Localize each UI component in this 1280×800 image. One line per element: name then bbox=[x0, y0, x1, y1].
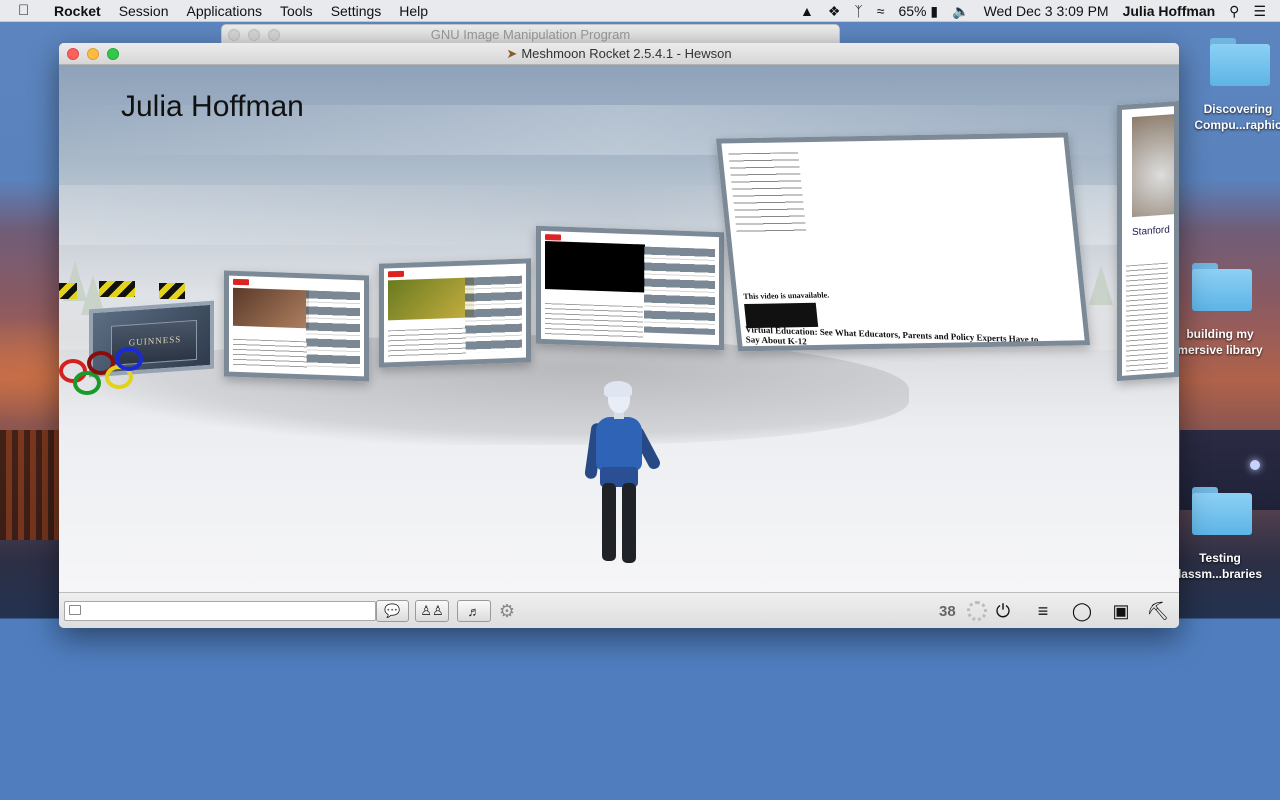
menu-session[interactable]: Session bbox=[119, 3, 169, 19]
dropbox-icon[interactable]: ❖ bbox=[828, 3, 841, 20]
olympic-ring bbox=[115, 347, 143, 371]
menu-help[interactable]: Help bbox=[399, 3, 428, 19]
avatar-hair bbox=[604, 381, 632, 397]
menu-applications[interactable]: Applications bbox=[187, 3, 263, 19]
recommended-list bbox=[306, 290, 360, 370]
web-screen-4[interactable]: This video is unavailable. Virtual Educa… bbox=[715, 132, 1091, 352]
folder-icon-discovering[interactable] bbox=[1210, 38, 1270, 88]
page-text bbox=[1126, 262, 1168, 372]
settings-gear-icon[interactable]: ⚙ bbox=[497, 600, 517, 622]
video-thumbnail bbox=[388, 277, 474, 321]
users-icon: ♙♙ bbox=[420, 603, 444, 618]
desktop-label-line1: Discovering bbox=[1203, 102, 1273, 116]
pier-light bbox=[1250, 460, 1260, 470]
speech-bubbles-icon: 💬 bbox=[384, 603, 401, 618]
gimp-window[interactable]: GNU Image Manipulation Program bbox=[221, 24, 840, 44]
panel-header: Stanford bbox=[1132, 224, 1170, 239]
chat-window-icon[interactable] bbox=[69, 605, 81, 615]
drive-icon[interactable]: ▲ bbox=[800, 3, 814, 19]
users-button[interactable]: ♙♙ bbox=[415, 600, 449, 622]
chat-input[interactable] bbox=[64, 601, 376, 621]
spotlight-search-icon[interactable]: ⚲ bbox=[1229, 3, 1239, 20]
avatar-torso bbox=[596, 417, 642, 471]
menu-tools[interactable]: Tools bbox=[280, 3, 313, 19]
recommended-list bbox=[465, 275, 522, 353]
rocket-titlebar[interactable]: ➤ Meshmoon Rocket 2.5.4.1 - Hewson bbox=[59, 43, 1179, 65]
vr-headset-icon[interactable]: ◯ bbox=[1065, 600, 1099, 622]
folder-icon-testing[interactable] bbox=[1192, 487, 1252, 537]
video-thumbnail bbox=[1132, 113, 1179, 218]
folder-icon-building[interactable] bbox=[1192, 263, 1252, 313]
user-avatar[interactable] bbox=[584, 381, 664, 583]
web-screen-1[interactable] bbox=[224, 270, 369, 382]
pier-left bbox=[0, 430, 62, 540]
desktop-label-line2: Compu...raphic bbox=[1194, 118, 1280, 132]
power-icon[interactable]: ⏻ bbox=[991, 600, 1015, 622]
user-menu[interactable]: Julia Hoffman bbox=[1123, 3, 1216, 19]
clock[interactable]: Wed Dec 3 3:09 PM bbox=[984, 3, 1109, 19]
video-unavailable-text: This video is unavailable. bbox=[742, 290, 830, 302]
notification-center-icon[interactable]: ☰ bbox=[1253, 3, 1266, 20]
page-text bbox=[545, 302, 643, 339]
gamepad-icon[interactable]: ⛏ bbox=[1141, 600, 1175, 622]
loading-spinner-icon bbox=[967, 601, 987, 621]
recommended-list bbox=[643, 246, 715, 336]
youtube-logo bbox=[233, 278, 249, 286]
hazard-barrier bbox=[59, 283, 77, 299]
voice-icon: ♬ bbox=[467, 603, 481, 619]
menu-settings[interactable]: Settings bbox=[331, 3, 382, 19]
youtube-logo bbox=[388, 270, 404, 278]
wifi-icon[interactable]: ≈ bbox=[877, 3, 885, 19]
video-player bbox=[545, 241, 645, 293]
menu-extras: ▲ ❖ ᛉ ≈ 65% ▮ 🔈 Wed Dec 3 3:09 PM Julia … bbox=[800, 0, 1280, 22]
web-screen-3[interactable] bbox=[536, 225, 724, 351]
apple-icon[interactable]:  bbox=[18, 2, 40, 19]
desktop-label-discovering[interactable]: Discovering Compu...raphic bbox=[1173, 101, 1280, 133]
window-title-text: Meshmoon Rocket 2.5.4.1 - Hewson bbox=[521, 46, 732, 61]
3d-viewport[interactable]: GUINNESS This video is unavailable. Virt… bbox=[59, 65, 1179, 592]
chat-button[interactable]: 💬 bbox=[376, 600, 409, 622]
battery-icon: ▮ bbox=[930, 2, 939, 19]
camera-icon[interactable]: ▣ bbox=[1107, 600, 1135, 622]
web-screen-5[interactable]: Stanford bbox=[1117, 100, 1179, 382]
video-thumbnail bbox=[233, 287, 309, 329]
battery-status[interactable]: 65% ▮ bbox=[898, 3, 938, 20]
snowy-tree bbox=[1089, 265, 1113, 305]
page-text bbox=[233, 338, 308, 371]
gimp-window-title: GNU Image Manipulation Program bbox=[430, 27, 631, 42]
battery-percent: 65% bbox=[898, 2, 927, 19]
volume-icon[interactable]: 🔈 bbox=[952, 3, 969, 20]
avatar-leg bbox=[602, 483, 616, 561]
hazard-barrier bbox=[99, 281, 135, 297]
bluetooth-icon[interactable]: ᛉ bbox=[854, 3, 862, 19]
window-title: ➤ Meshmoon Rocket 2.5.4.1 - Hewson bbox=[59, 46, 1179, 62]
layers-icon[interactable]: ≡ bbox=[1029, 600, 1057, 622]
web-screen-2[interactable] bbox=[379, 258, 531, 368]
avatar-leg bbox=[622, 483, 636, 563]
fps-counter: 38 bbox=[939, 603, 956, 620]
menu-bar:  Rocket Session Applications Tools Sett… bbox=[0, 0, 1280, 22]
video-caption: Virtual Education: See What Educators, P… bbox=[744, 324, 1039, 347]
rocket-window: ➤ Meshmoon Rocket 2.5.4.1 - Hewson GUINNE… bbox=[59, 43, 1179, 628]
bottom-toolbar: 💬 ♙♙ ♬ ⚙ 38 ⏻ ≡ ◯ ▣ ⛏ bbox=[59, 592, 1179, 628]
voice-button[interactable]: ♬ bbox=[457, 600, 491, 622]
youtube-logo bbox=[545, 234, 561, 241]
page-text bbox=[388, 327, 467, 359]
page-sidebar bbox=[728, 152, 807, 234]
avatar-name-overlay: Julia Hoffman bbox=[121, 90, 304, 123]
hazard-barrier bbox=[159, 283, 185, 299]
rocket-icon: ➤ bbox=[506, 46, 518, 61]
menu-app-name[interactable]: Rocket bbox=[54, 3, 101, 19]
